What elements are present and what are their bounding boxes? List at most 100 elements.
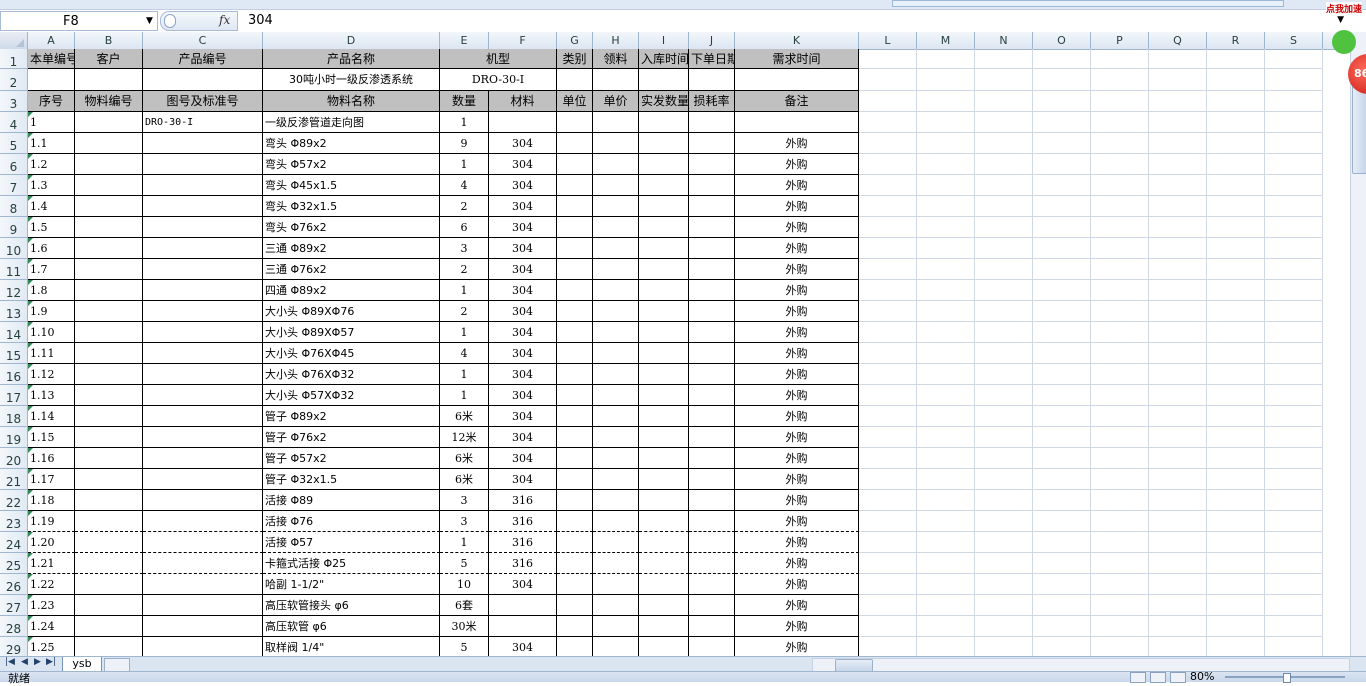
- material-name[interactable]: 取样阀 1/4": [263, 637, 440, 656]
- drawing-number[interactable]: [143, 637, 263, 656]
- cell-l13[interactable]: [859, 301, 917, 322]
- material-name[interactable]: 活接 Φ76: [263, 511, 440, 532]
- cell-s25[interactable]: [1265, 553, 1323, 574]
- cell-j[interactable]: [689, 322, 735, 343]
- drawing-number[interactable]: [143, 553, 263, 574]
- material-code[interactable]: [75, 301, 143, 322]
- cell-i[interactable]: [639, 238, 689, 259]
- remark[interactable]: 外购: [735, 280, 859, 301]
- cell-r1[interactable]: [1207, 49, 1265, 69]
- cell-s10[interactable]: [1265, 238, 1323, 259]
- cell-r3[interactable]: [1207, 91, 1265, 112]
- cell-q26[interactable]: [1149, 574, 1207, 595]
- cell-i[interactable]: [639, 385, 689, 406]
- cell-l5[interactable]: [859, 133, 917, 154]
- material[interactable]: 304: [489, 280, 557, 301]
- quantity[interactable]: 1: [440, 280, 489, 301]
- cell-q3[interactable]: [1149, 91, 1207, 112]
- cell-n19[interactable]: [975, 427, 1033, 448]
- cell-i[interactable]: [639, 259, 689, 280]
- item-number[interactable]: 1.12: [28, 364, 75, 385]
- row-header-15[interactable]: 15: [0, 343, 27, 364]
- material-name[interactable]: 大小头 Φ89XΦ76: [263, 301, 440, 322]
- material-name[interactable]: 大小头 Φ89XΦ57: [263, 322, 440, 343]
- cell-n5[interactable]: [975, 133, 1033, 154]
- drawing-number[interactable]: [143, 448, 263, 469]
- cell-j[interactable]: [689, 490, 735, 511]
- cell-m6[interactable]: [917, 154, 975, 175]
- drawing-number[interactable]: DRO-30-I: [143, 112, 263, 133]
- column-header-q[interactable]: Q: [1149, 32, 1207, 49]
- cell-j[interactable]: [689, 427, 735, 448]
- cell-j[interactable]: [689, 448, 735, 469]
- cell-h[interactable]: [593, 553, 639, 574]
- row-header-20[interactable]: 20: [0, 448, 27, 469]
- cell-g[interactable]: [557, 427, 593, 448]
- material-code[interactable]: [75, 343, 143, 364]
- horizontal-scrollbar[interactable]: [812, 658, 1350, 672]
- cell-n17[interactable]: [975, 385, 1033, 406]
- cell-h[interactable]: [593, 301, 639, 322]
- cell-m23[interactable]: [917, 511, 975, 532]
- cell-r7[interactable]: [1207, 175, 1265, 196]
- cell-h[interactable]: [593, 574, 639, 595]
- quantity[interactable]: 1: [440, 364, 489, 385]
- column-header-p[interactable]: P: [1091, 32, 1149, 49]
- cell-s1[interactable]: [1265, 49, 1323, 69]
- cell-q12[interactable]: [1149, 280, 1207, 301]
- material-name[interactable]: 弯头 Φ45x1.5: [263, 175, 440, 196]
- material[interactable]: 304: [489, 427, 557, 448]
- row-header-8[interactable]: 8: [0, 196, 27, 217]
- cell-g[interactable]: [557, 322, 593, 343]
- material[interactable]: 304: [489, 154, 557, 175]
- remark[interactable]: 外购: [735, 448, 859, 469]
- cell-p9[interactable]: [1091, 217, 1149, 238]
- drawing-number[interactable]: [143, 322, 263, 343]
- cell-r27[interactable]: [1207, 595, 1265, 616]
- material[interactable]: 304: [489, 196, 557, 217]
- cell-n6[interactable]: [975, 154, 1033, 175]
- remark[interactable]: 外购: [735, 364, 859, 385]
- cell-o20[interactable]: [1033, 448, 1091, 469]
- page-break-view-icon[interactable]: [1170, 672, 1186, 683]
- item-number[interactable]: 1.24: [28, 616, 75, 637]
- material[interactable]: [489, 616, 557, 637]
- cell-s24[interactable]: [1265, 532, 1323, 553]
- cell-n9[interactable]: [975, 217, 1033, 238]
- cell-j[interactable]: [689, 259, 735, 280]
- subheader-d[interactable]: 物料名称: [263, 91, 440, 112]
- cell-l8[interactable]: [859, 196, 917, 217]
- cell-c2[interactable]: [143, 69, 263, 91]
- material-code[interactable]: [75, 637, 143, 656]
- remark[interactable]: 外购: [735, 616, 859, 637]
- quantity[interactable]: 9: [440, 133, 489, 154]
- cell-m24[interactable]: [917, 532, 975, 553]
- cell-r15[interactable]: [1207, 343, 1265, 364]
- subheader-i[interactable]: 实发数量: [639, 91, 689, 112]
- cell-r26[interactable]: [1207, 574, 1265, 595]
- cell-o13[interactable]: [1033, 301, 1091, 322]
- cell-a2[interactable]: [28, 69, 75, 91]
- material[interactable]: 304: [489, 322, 557, 343]
- row-header-3[interactable]: 3: [0, 91, 27, 112]
- cell-p6[interactable]: [1091, 154, 1149, 175]
- header-j[interactable]: 下单日期: [689, 49, 735, 69]
- cell-h[interactable]: [593, 637, 639, 656]
- remark[interactable]: 外购: [735, 154, 859, 175]
- material-code[interactable]: [75, 511, 143, 532]
- cell-n25[interactable]: [975, 553, 1033, 574]
- cell-p21[interactable]: [1091, 469, 1149, 490]
- cell-r2[interactable]: [1207, 69, 1265, 91]
- remark[interactable]: 外购: [735, 469, 859, 490]
- cell-m3[interactable]: [917, 91, 975, 112]
- material[interactable]: 304: [489, 406, 557, 427]
- cell-r18[interactable]: [1207, 406, 1265, 427]
- cell-g[interactable]: [557, 112, 593, 133]
- cell-n18[interactable]: [975, 406, 1033, 427]
- item-number[interactable]: 1.14: [28, 406, 75, 427]
- item-number[interactable]: 1.22: [28, 574, 75, 595]
- cell-p15[interactable]: [1091, 343, 1149, 364]
- cell-p11[interactable]: [1091, 259, 1149, 280]
- drawing-number[interactable]: [143, 406, 263, 427]
- material[interactable]: 304: [489, 364, 557, 385]
